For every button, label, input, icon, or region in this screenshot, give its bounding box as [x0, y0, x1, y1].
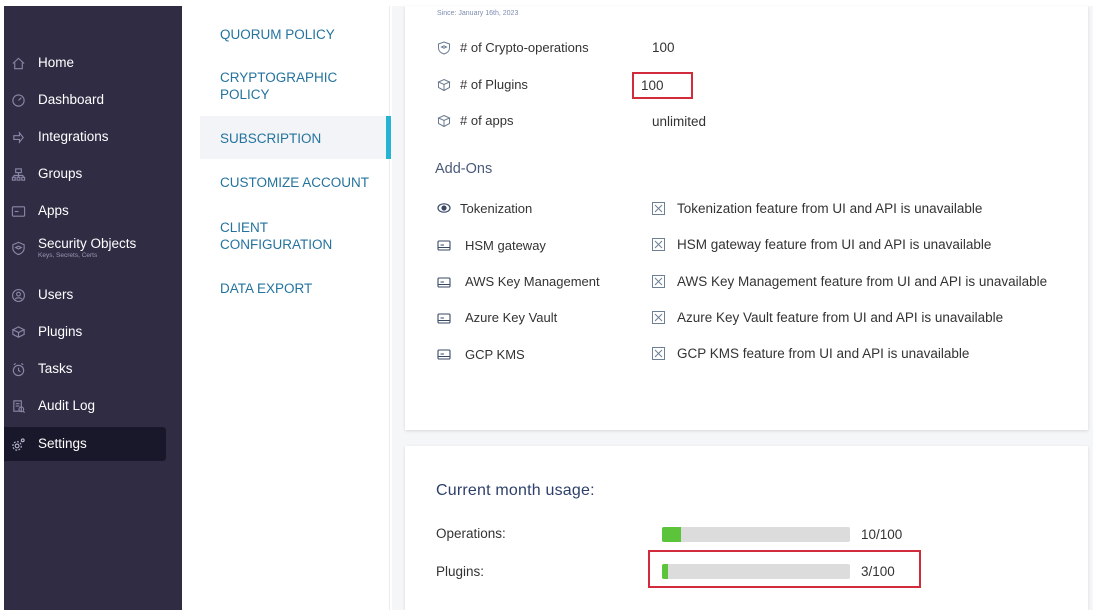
nav-item-groups[interactable]: Groups [4, 157, 166, 191]
apps-icon [10, 203, 26, 219]
crypto-operations-value: 100 [652, 40, 675, 55]
subnav-label: CUSTOMIZE ACCOUNT [220, 175, 370, 190]
addon-azure-key-vault-label: Azure Key Vault [465, 310, 558, 325]
addon-hsm-gateway-label: HSM gateway [465, 238, 546, 253]
subnav-label: SUBSCRIPTION [220, 131, 322, 146]
plugins-limit-label: # of Plugins [460, 77, 528, 92]
nav-item-security-objects[interactable]: Security Objects Keys, Secrets, Certs [4, 231, 166, 265]
subnav-label: DATA EXPORT [220, 281, 313, 296]
nav-item-audit-log[interactable]: Audit Log [4, 389, 166, 423]
addon-unavailable-x-icon [652, 311, 665, 324]
nav-item-settings[interactable]: Settings [4, 427, 166, 461]
nav-label: Integrations [38, 128, 109, 144]
nav-item-apps[interactable]: Apps [4, 194, 166, 228]
subnav-label: QUORUM POLICY [220, 27, 335, 42]
addon-unavailable-x-icon [652, 347, 665, 360]
usage-plugins-label: Plugins: [436, 564, 485, 579]
addon-aws-key-management-label: AWS Key Management [465, 274, 600, 289]
tasks-icon [10, 361, 26, 377]
subnav-customize-account[interactable]: CUSTOMIZE ACCOUNT [200, 174, 390, 191]
nav-label: Home [38, 54, 75, 70]
subnav-label: CRYPTOGRAPHIC POLICY [220, 70, 338, 102]
nav-label: Security Objects [38, 235, 137, 251]
nav-label: Audit Log [38, 397, 96, 413]
usage-operations-count: 10/100 [861, 527, 903, 542]
usage-title: Current month usage: [436, 482, 595, 499]
nav-label: Tasks [38, 360, 73, 376]
cube-icon [437, 114, 451, 128]
main-sidebar: Home Dashboard Integrations Groups Apps [4, 6, 182, 610]
dashboard-icon [10, 92, 26, 108]
addon-gcp-kms-label: GCP KMS [465, 347, 525, 362]
addon-aws-key-management-desc: AWS Key Management feature from UI and A… [677, 274, 1048, 289]
nav-item-home[interactable]: Home [4, 46, 166, 80]
addons-title: Add-Ons [435, 161, 493, 177]
usage-plugins-highlight [648, 550, 921, 588]
subscription-card [405, 6, 1088, 430]
subnav-quorum-policy[interactable]: QUORUM POLICY [200, 26, 390, 43]
plugins-icon [10, 324, 26, 340]
subnav-subscription[interactable]: SUBSCRIPTION [200, 116, 390, 159]
usage-operations-progress [662, 527, 850, 542]
subnav-active-indicator [386, 116, 391, 159]
crypto-operations-label: # of Crypto-operations [460, 40, 589, 55]
addon-tokenization-label: Tokenization [460, 201, 533, 216]
nav-item-integrations[interactable]: Integrations [4, 120, 166, 154]
apps-limit-label: # of apps [460, 113, 514, 128]
gateway-icon [437, 275, 451, 289]
settings-subnav: QUORUM POLICY CRYPTOGRAPHIC POLICY SUBSC… [200, 6, 390, 610]
nav-label: Dashboard [38, 91, 105, 107]
home-icon [10, 55, 26, 71]
addon-unavailable-x-icon [652, 275, 665, 288]
addon-tokenization-desc: Tokenization feature from UI and API is … [677, 201, 983, 216]
shield-cube-icon [437, 41, 451, 55]
gateway-icon [437, 311, 451, 325]
groups-icon [10, 166, 26, 182]
addon-unavailable-x-icon [652, 202, 665, 215]
app-window: Home Dashboard Integrations Groups Apps [0, 0, 1093, 610]
nav-label: Plugins [38, 323, 83, 339]
nav-label: Groups [38, 165, 83, 181]
apps-limit-value: unlimited [652, 114, 707, 129]
nav-item-users[interactable]: Users [4, 278, 166, 312]
settings-icon [10, 436, 26, 452]
subnav-label: CLIENT CONFIGURATION [220, 220, 333, 252]
subscription-since: Since: January 16th, 2023 [437, 10, 519, 17]
gateway-icon [437, 347, 451, 361]
subnav-cryptographic-policy[interactable]: CRYPTOGRAPHIC POLICY [200, 69, 350, 103]
integrations-icon [10, 129, 26, 145]
nav-sublabel: Keys, Secrets, Certs [38, 251, 98, 259]
gateway-icon [437, 238, 451, 252]
usage-operations-label: Operations: [436, 526, 506, 541]
addon-gcp-kms-desc: GCP KMS feature from UI and API is unava… [677, 346, 970, 361]
security-objects-icon [10, 240, 26, 256]
nav-label: Users [38, 286, 74, 302]
nav-item-plugins[interactable]: Plugins [4, 315, 166, 349]
cube-icon [437, 78, 451, 92]
addon-azure-key-vault-desc: Azure Key Vault feature from UI and API … [677, 310, 1004, 325]
addon-unavailable-x-icon [652, 238, 665, 251]
usage-operations-progress-fill [662, 527, 681, 542]
plugins-limit-highlight [632, 72, 693, 99]
users-icon [10, 287, 26, 303]
addon-hsm-gateway-desc: HSM gateway feature from UI and API is u… [677, 237, 992, 252]
nav-label: Apps [38, 202, 69, 218]
nav-item-dashboard[interactable]: Dashboard [4, 83, 166, 117]
nav-item-tasks[interactable]: Tasks [4, 352, 166, 386]
nav-label: Settings [38, 435, 87, 451]
eye-icon [437, 201, 451, 215]
subnav-client-configuration[interactable]: CLIENT CONFIGURATION [200, 219, 340, 253]
subnav-data-export[interactable]: DATA EXPORT [200, 280, 390, 297]
audit-log-icon [10, 398, 26, 414]
